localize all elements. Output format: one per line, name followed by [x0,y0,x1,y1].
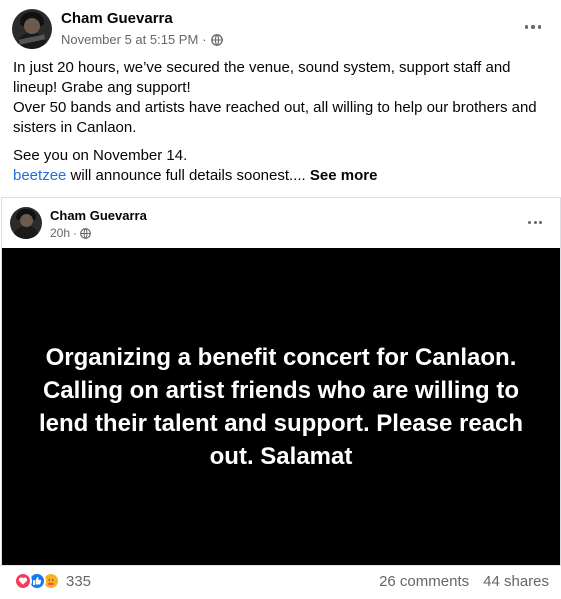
love-icon [14,572,32,590]
shared-post[interactable]: Cham Guevarra 20h · Organizing a benefit… [1,197,561,565]
shared-timestamp[interactable]: 20h [50,226,70,240]
post-meta: November 5 at 5:15 PM · [61,32,223,47]
author-avatar[interactable] [12,9,52,49]
post-header: Cham Guevarra November 5 at 5:15 PM · [12,9,549,53]
reactions-summary[interactable]: 335 [14,572,91,590]
more-icon[interactable] [524,213,546,231]
mention-link[interactable]: beetzee [13,167,66,184]
engagement-stats: 26 comments 44 shares [379,573,549,590]
meta-separator: · [73,226,78,240]
facebook-post: Cham Guevarra November 5 at 5:15 PM · In… [0,0,561,599]
post-text-line: Over 50 bands and artists have reached o… [13,99,537,136]
post-timestamp[interactable]: November 5 at 5:15 PM [61,32,198,47]
globe-icon[interactable] [210,33,223,46]
shared-author-name[interactable]: Cham Guevarra [50,208,147,223]
meta-separator: · [202,32,207,47]
more-icon[interactable] [521,17,545,37]
author-name[interactable]: Cham Guevarra [61,10,173,27]
post-text-line: beetzee will announce full details soone… [13,166,543,186]
post-text-rest: will announce full details soonest.... [66,167,310,184]
post-text-line: In just 20 hours, we’ve secured the venu… [13,59,511,96]
shared-post-meta: 20h · [50,226,91,240]
shared-author-avatar[interactable] [10,207,42,239]
see-more-link[interactable]: See more [310,167,378,184]
banner-text: Organizing a benefit concert for Canlaon… [38,343,524,470]
post-text: In just 20 hours, we’ve secured the venu… [13,58,543,186]
post-footer: 335 26 comments 44 shares [0,565,561,599]
shares-count[interactable]: 44 shares [483,573,549,590]
text-banner[interactable]: Organizing a benefit concert for Canlaon… [2,248,560,565]
post-text-line: See you on November 14. [13,147,188,164]
comments-count[interactable]: 26 comments [379,573,469,590]
shared-post-header: Cham Guevarra 20h · [10,207,550,243]
reaction-count[interactable]: 335 [66,573,91,590]
globe-icon[interactable] [80,227,91,239]
